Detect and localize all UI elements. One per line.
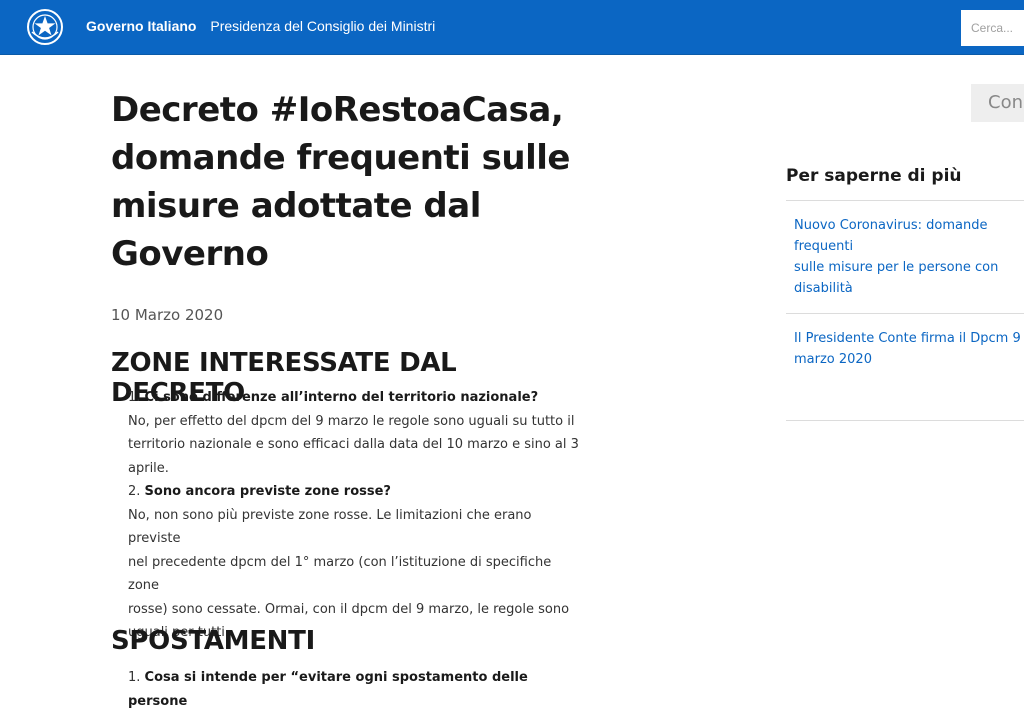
faq-question: Sono ancora previste zone rosse? [144,484,391,499]
faq-question: Cosa si intende per “evitare ogni sposta… [128,670,528,709]
faq-list: 1. Cosa si intende per “evitare ogni spo… [128,666,583,713]
page-title: Decreto #IoRestoaCasa, domande frequenti… [111,90,571,274]
faq-item: 2. Sono ancora previste zone rosse? No, … [128,484,570,640]
faq-item: 1. Ci sono differenze all’interno del te… [128,390,579,476]
share-button[interactable]: Condividi [971,84,1024,122]
related-link[interactable]: Nuovo Coronavirus: domande frequenti sul… [786,200,1024,313]
sidebar-title: Per saperne di più [786,166,962,186]
governo-italiano-link[interactable]: Governo Italiano [86,18,196,34]
related-links: Nuovo Coronavirus: domande frequenti sul… [786,200,1024,421]
header-brand: Governo Italiano Presidenza del Consigli… [86,18,435,34]
related-link[interactable]: Il Presidente Conte firma il Dpcm 9 marz… [786,313,1024,421]
faq-question: Ci sono differenze all’interno del terri… [144,390,539,405]
section-heading: SPOSTAMENTI [111,626,315,656]
faq-item: 1. Cosa si intende per “evitare ogni spo… [128,670,528,709]
italian-republic-emblem-icon[interactable] [26,8,64,46]
article-date: 10 Marzo 2020 [111,306,224,324]
presidenza-link[interactable]: Presidenza del Consiglio dei Ministri [210,18,435,34]
search-input[interactable] [961,10,1024,46]
article-main: Decreto #IoRestoaCasa, domande frequenti… [111,86,581,324]
top-header: Governo Italiano Presidenza del Consigli… [0,0,1024,55]
faq-list: 1. Ci sono differenze all’interno del te… [128,386,583,645]
